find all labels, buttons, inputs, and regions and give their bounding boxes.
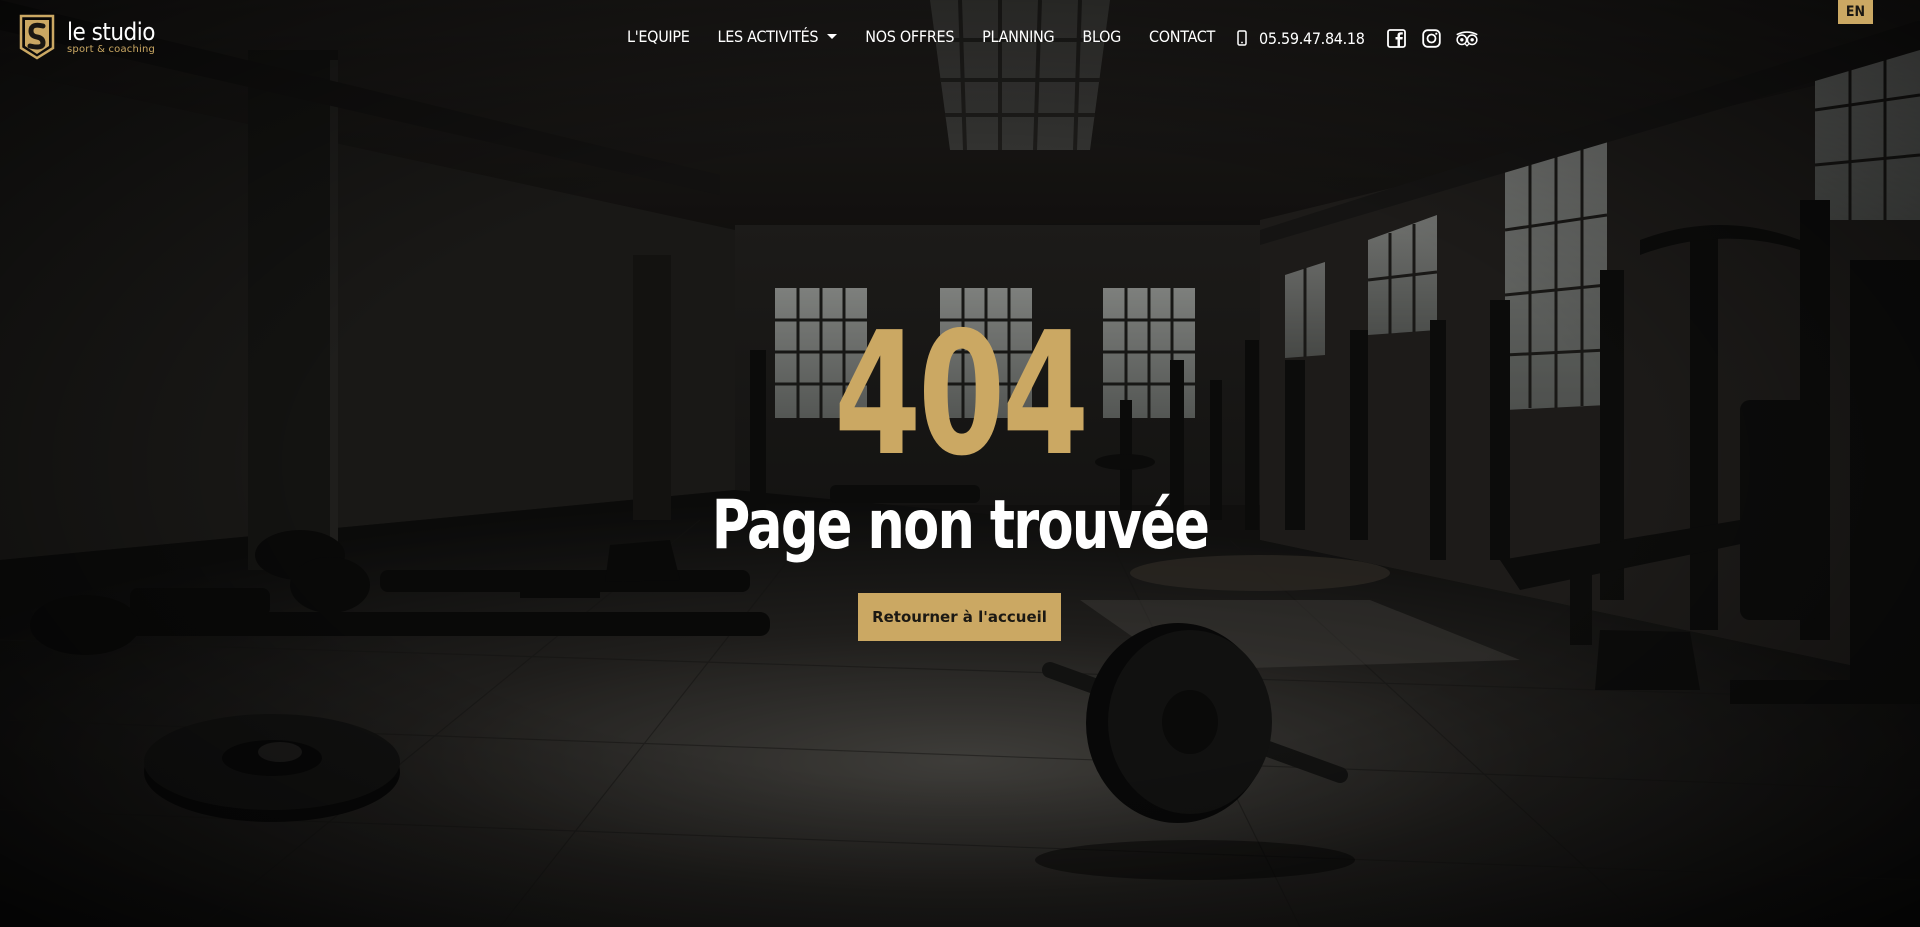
error-message: Page non trouvée (711, 486, 1210, 565)
back-home-button[interactable]: Retourner à l'accueil (858, 593, 1061, 641)
error-code: 404 (834, 296, 1089, 494)
error-content: 404 Page non trouvée Retourner à l'accue… (0, 0, 1920, 927)
